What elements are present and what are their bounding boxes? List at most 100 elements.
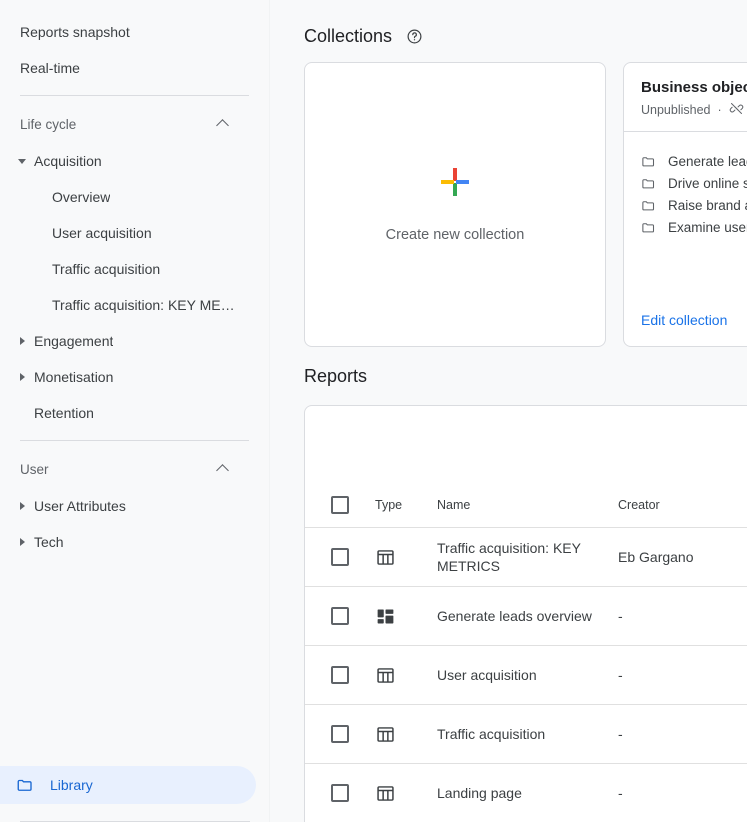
status-badge: Unpublished: [641, 103, 711, 117]
sidebar-section-user[interactable]: User: [0, 450, 269, 488]
folder-icon: [641, 154, 656, 169]
select-all-checkbox[interactable]: [331, 496, 349, 514]
triangle-right-icon[interactable]: [10, 502, 34, 510]
sidebar-item-label: Reports snapshot: [20, 24, 130, 40]
sidebar-footer: Library: [0, 766, 269, 822]
report-name[interactable]: Traffic acquisition: [437, 725, 618, 743]
sidebar-item-user-acquisition[interactable]: User acquisition: [0, 215, 269, 251]
sidebar-section-label: User: [20, 461, 49, 477]
sidebar-item-label: Engagement: [34, 333, 114, 349]
collections-heading: Collections: [304, 19, 747, 53]
row-checkbox[interactable]: [331, 548, 349, 566]
table-row[interactable]: Traffic acquisition: KEY METRICS Eb Garg…: [305, 527, 747, 586]
help-circle-icon[interactable]: [405, 27, 423, 45]
report-name[interactable]: User acquisition: [437, 666, 618, 684]
row-checkbox[interactable]: [331, 666, 349, 684]
report-name[interactable]: Traffic acquisition: KEY METRICS: [437, 539, 618, 575]
create-new-collection-card[interactable]: Create new collection: [304, 62, 606, 347]
chevron-up-icon[interactable]: [215, 116, 231, 132]
table-row[interactable]: Generate leads overview -: [305, 586, 747, 645]
folder-icon: [641, 176, 656, 191]
column-header-type[interactable]: Type: [375, 498, 437, 512]
collection-status-row: Unpublished ·: [641, 101, 747, 119]
detail-report-icon: [375, 665, 437, 686]
report-creator: -: [618, 667, 623, 683]
collection-card-header: Business objectives Unpublished ·: [624, 63, 747, 131]
folder-icon: [16, 776, 34, 794]
column-header-name[interactable]: Name: [437, 498, 618, 512]
list-item[interactable]: Examine user behaviour: [641, 216, 747, 238]
nav-scroll-area: Reports snapshot Real-time Life cycle Ac…: [0, 0, 269, 560]
sidebar-item-real-time[interactable]: Real-time: [0, 50, 269, 86]
report-creator: Eb Gargano: [618, 549, 694, 565]
triangle-right-icon[interactable]: [10, 337, 34, 345]
triangle-right-icon[interactable]: [10, 538, 34, 546]
sidebar-item-label: Library: [50, 777, 93, 793]
report-name[interactable]: Landing page: [437, 784, 618, 802]
sidebar-item-reports-snapshot[interactable]: Reports snapshot: [0, 14, 269, 50]
collection-card-business-objectives: Business objectives Unpublished ·: [623, 62, 747, 347]
sidebar-section-label: Life cycle: [20, 116, 77, 132]
row-checkbox[interactable]: [331, 725, 349, 743]
sidebar-item-overview[interactable]: Overview: [0, 179, 269, 215]
list-item[interactable]: Raise brand awareness: [641, 194, 747, 216]
page-title: Collections: [304, 25, 393, 46]
google-plus-icon: [440, 167, 470, 197]
triangle-right-icon[interactable]: [10, 373, 34, 381]
chevron-up-icon[interactable]: [215, 461, 231, 477]
sidebar-item-engagement[interactable]: Engagement: [0, 323, 269, 359]
detail-report-icon: [375, 783, 437, 804]
create-new-collection-label: Create new collection: [385, 226, 525, 243]
row-checkbox-cell: [305, 666, 375, 684]
table-row[interactable]: Traffic acquisition -: [305, 704, 747, 763]
list-item-label: Examine user behaviour: [668, 219, 747, 235]
sidebar-item-label: Retention: [34, 405, 94, 421]
sidebar-item-traffic-acquisition[interactable]: Traffic acquisition: [0, 251, 269, 287]
sidebar-section-life-cycle[interactable]: Life cycle: [0, 105, 269, 143]
reports-table-header: Type Name Creator: [305, 483, 747, 527]
row-checkbox-cell: [305, 607, 375, 625]
sidebar-item-label: Traffic acquisition: [52, 261, 161, 277]
unpublish-link-icon[interactable]: [729, 101, 744, 119]
edit-collection-link[interactable]: Edit collection: [641, 312, 727, 328]
collections-card-row: Create new collection Business objective…: [304, 62, 747, 347]
detail-report-icon: [375, 724, 437, 745]
row-checkbox[interactable]: [331, 607, 349, 625]
sidebar-divider-1: [20, 95, 249, 96]
left-navigation-sidebar: Reports snapshot Real-time Life cycle Ac…: [0, 0, 270, 822]
sidebar-item-label: Real-time: [20, 60, 80, 76]
list-item-label: Drive online sales: [668, 175, 747, 191]
sidebar-item-traffic-acquisition-key-metrics[interactable]: Traffic acquisition: KEY ME…: [0, 287, 269, 323]
table-row[interactable]: User acquisition -: [305, 645, 747, 704]
sidebar-item-library[interactable]: Library: [0, 766, 256, 804]
sidebar-item-label: Overview: [52, 189, 111, 205]
triangle-down-icon[interactable]: [10, 158, 34, 164]
collection-topics-list: Generate leads Drive online sales: [624, 132, 747, 312]
reports-table-card: Type Name Creator Traffic acquisition: K…: [304, 405, 747, 822]
column-header-creator[interactable]: Creator: [618, 498, 747, 512]
sidebar-item-monetisation[interactable]: Monetisation: [0, 359, 269, 395]
sidebar-item-retention[interactable]: Retention: [0, 395, 269, 431]
row-checkbox-cell: [305, 725, 375, 743]
sidebar-item-user-attributes[interactable]: User Attributes: [0, 488, 269, 524]
sidebar-item-tech[interactable]: Tech: [0, 524, 269, 560]
sidebar-divider-2: [20, 440, 249, 441]
sidebar-item-acquisition[interactable]: Acquisition: [0, 143, 269, 179]
collection-title: Business objectives: [641, 79, 747, 96]
list-item[interactable]: Generate leads: [641, 150, 747, 172]
row-checkbox[interactable]: [331, 784, 349, 802]
report-creator: -: [618, 608, 623, 624]
table-row[interactable]: Landing page -: [305, 763, 747, 822]
reports-heading: Reports: [304, 366, 368, 386]
report-name[interactable]: Generate leads overview: [437, 607, 618, 625]
report-creator: -: [618, 785, 623, 801]
sidebar-item-label: Traffic acquisition: KEY ME…: [52, 297, 235, 313]
collection-card-footer: Edit collection: [624, 312, 747, 346]
folder-icon: [641, 220, 656, 235]
list-item-label: Generate leads: [668, 153, 747, 169]
sidebar-item-label: Acquisition: [34, 153, 102, 169]
list-item[interactable]: Drive online sales: [641, 172, 747, 194]
main-content: Collections Create new collection Busine…: [270, 0, 747, 822]
folder-icon: [641, 198, 656, 213]
overview-report-icon: [375, 606, 437, 627]
